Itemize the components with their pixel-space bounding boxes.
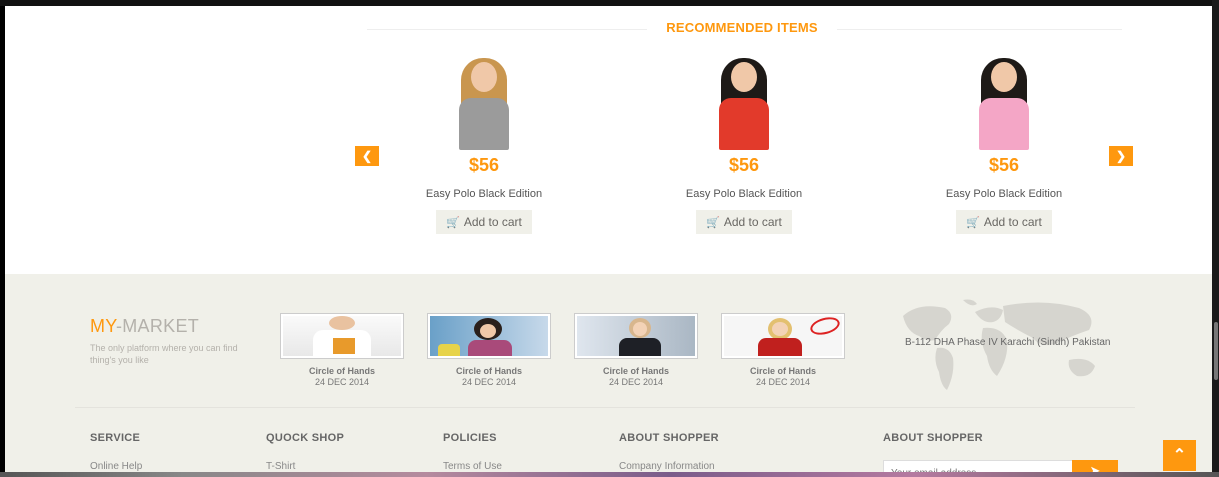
video-title: Circle of Hands <box>455 366 522 376</box>
video-date: 24 DEC 2014 <box>314 377 370 387</box>
shopping-cart-icon: 🛒 <box>706 217 720 229</box>
video-title: Circle of Hands <box>602 366 669 376</box>
add-to-cart-button[interactable]: 🛒 Add to cart <box>956 210 1052 234</box>
scrollbar-thumb[interactable] <box>1214 322 1218 380</box>
product-card: $56 Easy Polo Black Edition 🛒 Add to cart <box>365 58 603 250</box>
add-to-cart-label: Add to cart <box>723 215 782 229</box>
footer-column-service: SERVICE Online Help <box>90 432 142 472</box>
product-image[interactable] <box>439 58 529 150</box>
video-date: 24 DEC 2014 <box>461 377 517 387</box>
video-title: Circle of Hands <box>308 366 375 376</box>
product-card: $56 Easy Polo Black Edition 🛒 Add to cart <box>625 58 863 250</box>
chevron-up-icon: ⌃ <box>1172 447 1187 464</box>
footer-link[interactable]: Company Information <box>619 461 719 472</box>
product-name: Easy Polo Black Edition <box>685 188 803 200</box>
footer-column-about-shopper: ABOUT SHOPPER Company Information <box>619 432 719 472</box>
product-card: $56 Easy Polo Black Edition 🛒 Add to cart <box>885 58 1123 250</box>
shopping-cart-icon: 🛒 <box>966 217 980 229</box>
footer-divider <box>75 407 1135 408</box>
footer-column-subscribe: ABOUT SHOPPER <box>883 432 983 444</box>
footer-link[interactable]: T-Shirt <box>266 461 344 472</box>
product-image[interactable] <box>959 58 1049 150</box>
shopping-cart-icon: 🛒 <box>446 217 460 229</box>
footer-link[interactable]: Online Help <box>90 461 142 472</box>
footer-column-heading: ABOUT SHOPPER <box>619 432 719 444</box>
taskbar-strip <box>0 472 1219 477</box>
brand-rest: -MARKET <box>115 316 200 336</box>
footer-column-heading: QUOCK SHOP <box>266 432 345 444</box>
product-name: Easy Polo Black Edition <box>945 188 1063 200</box>
video-thumbnail[interactable] <box>427 313 551 359</box>
video-item[interactable]: Circle of Hands 24 DEC 2014 <box>574 313 698 387</box>
video-item[interactable]: Circle of Hands 24 DEC 2014 <box>721 313 845 387</box>
video-thumbnail[interactable] <box>280 313 404 359</box>
section-title: RECOMMENDED ITEMS <box>647 20 837 35</box>
video-thumbnail[interactable] <box>574 313 698 359</box>
video-title: Circle of Hands <box>749 366 816 376</box>
footer: MY-MARKET The only platform where you ca… <box>5 274 1212 477</box>
scroll-to-top-button[interactable]: ⌃ <box>1163 440 1196 471</box>
product-price: $56 <box>988 155 1020 175</box>
footer-brand-logo[interactable]: MY-MARKET <box>90 316 199 337</box>
video-item[interactable]: Circle of Hands 24 DEC 2014 <box>280 313 404 387</box>
video-date: 24 DEC 2014 <box>755 377 811 387</box>
footer-column-policies: POLICIES Terms of Use <box>443 432 502 472</box>
footer-link[interactable]: Terms of Use <box>443 461 502 472</box>
footer-tagline: The only platform where you can find thi… <box>90 343 238 365</box>
product-price: $56 <box>468 155 500 175</box>
add-to-cart-button[interactable]: 🛒 Add to cart <box>436 210 532 234</box>
recommended-items-section: RECOMMENDED ITEMS ❮ ❯ $56 Easy Polo Blac… <box>5 6 1212 274</box>
product-name: Easy Polo Black Edition <box>425 188 543 200</box>
footer-column-heading: ABOUT SHOPPER <box>883 432 983 444</box>
footer-column-quick-shop: QUOCK SHOP T-Shirt <box>266 432 344 472</box>
video-date: 24 DEC 2014 <box>608 377 664 387</box>
brand-accent: MY <box>90 316 116 336</box>
product-image[interactable] <box>699 58 789 150</box>
product-price: $56 <box>728 155 760 175</box>
scrollbar-track[interactable] <box>1212 0 1219 477</box>
video-thumbnail[interactable] <box>721 313 845 359</box>
page-frame: RECOMMENDED ITEMS ❮ ❯ $56 Easy Polo Blac… <box>5 6 1212 477</box>
add-to-cart-label: Add to cart <box>463 215 522 229</box>
add-to-cart-label: Add to cart <box>983 215 1042 229</box>
video-item[interactable]: Circle of Hands 24 DEC 2014 <box>427 313 551 387</box>
footer-address: B-112 DHA Phase IV Karachi (Sindh) Pakis… <box>905 337 1111 348</box>
add-to-cart-button[interactable]: 🛒 Add to cart <box>696 210 792 234</box>
footer-column-heading: POLICIES <box>443 432 497 444</box>
footer-column-heading: SERVICE <box>90 432 141 444</box>
